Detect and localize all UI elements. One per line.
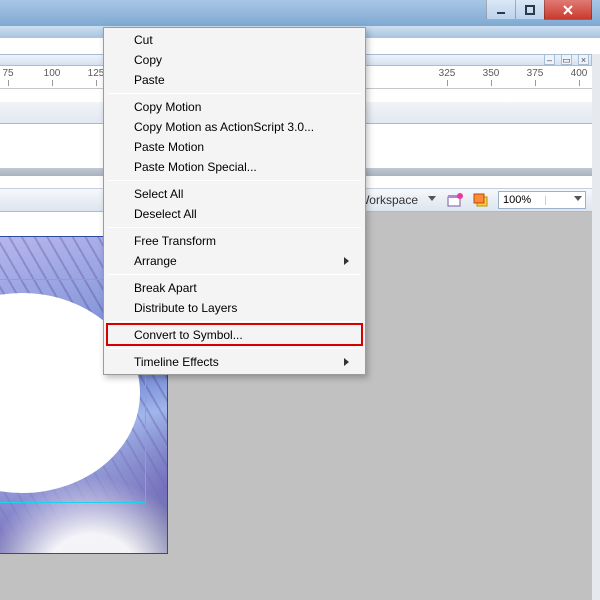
workspace-label: Workspace — [358, 193, 418, 207]
zoom-input[interactable] — [499, 192, 545, 208]
symbol-icon[interactable] — [472, 191, 490, 209]
menu-item-cut[interactable]: Cut — [106, 30, 363, 50]
ruler-tick — [52, 80, 53, 86]
chevron-down-icon — [428, 196, 436, 205]
menu-item-timeline-effects[interactable]: Timeline Effects — [106, 352, 363, 372]
minimize-icon — [496, 5, 506, 15]
ruler-number: 100 — [44, 68, 61, 79]
menu-item-break-apart[interactable]: Break Apart — [106, 278, 363, 298]
menu-separator — [108, 180, 361, 181]
menu-separator — [108, 227, 361, 228]
chevron-down-icon — [574, 196, 582, 205]
ruler-number: 400 — [571, 68, 588, 79]
ruler-number: 125 — [88, 68, 105, 79]
ruler-tick — [8, 80, 9, 86]
menu-separator — [108, 274, 361, 275]
menu-item-distribute-layers[interactable]: Distribute to Layers — [106, 298, 363, 318]
scene-icon[interactable] — [446, 191, 464, 209]
ruler-number: 350 — [483, 68, 500, 79]
vertical-scrollbar[interactable] — [592, 54, 600, 600]
window-close-button[interactable] — [544, 0, 592, 20]
ruler-tick — [447, 80, 448, 86]
menu-separator — [108, 348, 361, 349]
menu-item-convert-symbol[interactable]: Convert to Symbol... — [106, 325, 363, 345]
window-minimize-button[interactable] — [486, 0, 516, 20]
ruler-tick — [491, 80, 492, 86]
window-titlebar — [0, 0, 600, 26]
panel-close-icon[interactable]: × — [578, 54, 589, 65]
menu-separator — [108, 321, 361, 322]
window-maximize-button[interactable] — [515, 0, 545, 20]
menu-item-paste-motion-special[interactable]: Paste Motion Special... — [106, 157, 363, 177]
context-menu: CutCopyPaste Copy MotionCopy Motion as Ac… — [103, 27, 366, 375]
panel-minimize-icon[interactable]: – — [544, 54, 555, 65]
zoom-dropdown[interactable] — [545, 196, 585, 205]
ruler-tick — [579, 80, 580, 86]
zoom-field[interactable] — [498, 191, 586, 209]
menu-item-paste[interactable]: Paste — [106, 70, 363, 90]
panel-restore-icon[interactable]: ▭ — [561, 54, 572, 65]
ruler-tick — [535, 80, 536, 86]
menu-item-arrange[interactable]: Arrange — [106, 251, 363, 271]
ruler-tick — [96, 80, 97, 86]
menu-item-copy[interactable]: Copy — [106, 50, 363, 70]
menu-separator — [108, 93, 361, 94]
ruler-number: 75 — [2, 68, 13, 79]
ruler-number: 325 — [439, 68, 456, 79]
ruler-number: 375 — [527, 68, 544, 79]
workspace-dropdown[interactable] — [426, 196, 438, 205]
menu-item-paste-motion[interactable]: Paste Motion — [106, 137, 363, 157]
menu-item-select-all[interactable]: Select All — [106, 184, 363, 204]
menu-item-deselect-all[interactable]: Deselect All — [106, 204, 363, 224]
maximize-icon — [525, 5, 535, 15]
menu-item-free-transform[interactable]: Free Transform — [106, 231, 363, 251]
menu-item-copy-motion-as3[interactable]: Copy Motion as ActionScript 3.0... — [106, 117, 363, 137]
menu-item-copy-motion[interactable]: Copy Motion — [106, 97, 363, 117]
close-icon — [562, 5, 574, 15]
